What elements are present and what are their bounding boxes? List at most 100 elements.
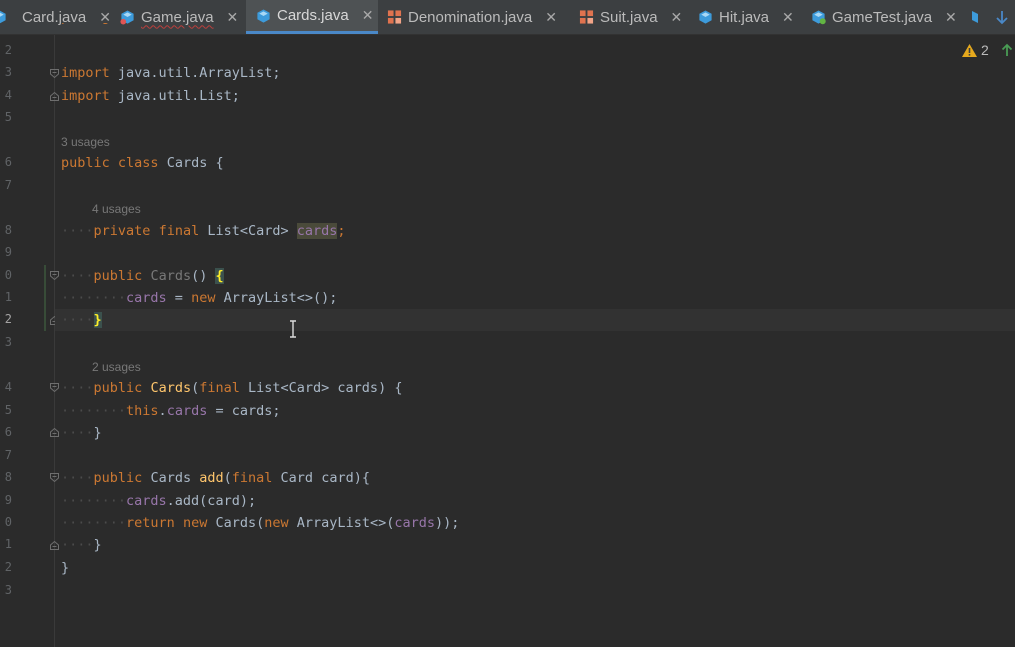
line-number[interactable]: 3 xyxy=(0,65,12,79)
tab-label: GameTest.java xyxy=(832,8,933,26)
tab-label: Hit.java xyxy=(719,8,770,26)
line-number[interactable]: 7 xyxy=(0,178,12,192)
code-line-constructor-close[interactable]: ····} xyxy=(61,309,102,331)
type-name: List<Card> xyxy=(207,223,289,239)
close-icon[interactable]: ✕ xyxy=(945,9,957,26)
fold-icon[interactable] xyxy=(49,540,60,551)
paren: ( xyxy=(223,470,232,486)
close-icon[interactable]: ✕ xyxy=(671,9,683,26)
line-number[interactable]: 5 xyxy=(0,110,12,124)
matched-brace: } xyxy=(93,312,102,328)
code-line-add-call[interactable]: ········cards.add(card); xyxy=(61,490,256,512)
inspection-widget[interactable]: 2 xyxy=(961,42,1014,58)
close-icon[interactable]: ✕ xyxy=(545,9,557,26)
warning-count: 2 xyxy=(981,42,989,58)
code-line-import-arraylist[interactable]: import java.util.ArrayList; xyxy=(61,62,280,84)
code-line-class-declaration[interactable]: public class Cards { xyxy=(61,152,224,174)
line-number[interactable]: 5 xyxy=(0,403,12,417)
paren: ( xyxy=(191,380,200,396)
type-name: Cards( xyxy=(215,515,265,531)
arrow-up-icon[interactable] xyxy=(1000,43,1014,57)
line-number[interactable]: 2 xyxy=(0,560,12,574)
current-line-highlight xyxy=(55,309,1015,331)
java-class-icon xyxy=(699,10,712,24)
usages-hint-class[interactable]: 3 usages xyxy=(61,134,110,150)
code-line-add-method[interactable]: ····public Cards add(final Card card){ xyxy=(61,467,370,489)
type-name: ArrayList<>( xyxy=(296,515,395,531)
field-name: cards xyxy=(126,290,167,306)
tab-cards-java[interactable]: Cards.java ✕ xyxy=(246,0,378,34)
java-enum-icon xyxy=(579,10,594,24)
code-line-add-close[interactable]: ····} xyxy=(61,534,102,556)
code-line-field-declaration[interactable]: ····private final List<Card> cards; xyxy=(61,220,346,242)
close-icon[interactable]: ✕ xyxy=(782,9,794,26)
fold-icon[interactable] xyxy=(49,382,60,393)
java-test-class-icon xyxy=(812,10,826,25)
paren: ){ xyxy=(353,470,370,486)
keyword: import xyxy=(61,88,110,104)
close-icon[interactable]: ✕ xyxy=(362,7,374,24)
arrow-down-icon[interactable] xyxy=(994,9,1010,25)
code-line-class-close[interactable]: } xyxy=(61,557,69,579)
type-name: Card xyxy=(280,470,314,486)
tab-game-java[interactable]: Game.java ✕ xyxy=(120,0,246,34)
fold-icon[interactable] xyxy=(49,91,60,102)
code-line-package-partial[interactable]: package xyxy=(61,23,118,35)
tab-label: Suit.java xyxy=(600,8,658,26)
tab-hit-java[interactable]: Hit.java ✕ xyxy=(698,0,798,34)
constructor-name: Cards xyxy=(150,268,192,284)
code-line-constructor-list-close[interactable]: ····} xyxy=(61,422,102,444)
line-number[interactable]: 1 xyxy=(0,537,12,551)
fold-icon[interactable] xyxy=(49,472,60,483)
brace: } xyxy=(93,537,102,553)
import-path: java.util.List; xyxy=(117,88,240,104)
fold-icon[interactable] xyxy=(49,427,60,438)
field-name: cards xyxy=(126,493,167,509)
keyword: new xyxy=(182,515,208,531)
close-icon[interactable]: ✕ xyxy=(227,9,239,26)
line-number[interactable]: 0 xyxy=(0,268,12,282)
code-line-this-assignment[interactable]: ········this.cards = cards; xyxy=(61,400,280,422)
code-line-constructor-list[interactable]: ····public Cards(final List<Card> cards)… xyxy=(61,377,402,399)
tab-gametest-java[interactable]: GameTest.java ✕ xyxy=(811,0,966,34)
usages-hint-constructor[interactable]: 2 usages xyxy=(92,359,141,375)
line-number[interactable]: 9 xyxy=(0,245,12,259)
line-number[interactable]: 2 xyxy=(0,312,12,326)
line-number[interactable]: 4 xyxy=(0,380,12,394)
line-number[interactable]: 7 xyxy=(0,448,12,462)
keyword: public xyxy=(93,268,143,284)
fold-icon[interactable] xyxy=(49,270,60,281)
keyword: new xyxy=(264,515,289,531)
line-number[interactable]: 1 xyxy=(0,290,12,304)
keyword: final xyxy=(231,470,273,486)
operator: = xyxy=(166,290,192,306)
fold-icon[interactable] xyxy=(49,68,60,79)
line-number[interactable]: 3 xyxy=(0,335,12,349)
tab-denomination-java[interactable]: Denomination.java ✕ xyxy=(387,0,567,34)
keyword: this xyxy=(126,403,159,419)
line-number[interactable]: 4 xyxy=(0,88,12,102)
expression: = cards; xyxy=(207,403,281,419)
line-number[interactable]: 8 xyxy=(0,223,12,237)
field-name: cards xyxy=(296,223,338,239)
line-number[interactable]: 3 xyxy=(0,583,12,597)
line-number[interactable]: 2 xyxy=(0,43,12,57)
expression: )); xyxy=(434,515,460,531)
line-number[interactable]: 6 xyxy=(0,425,12,439)
code-line-import-list[interactable]: import java.util.List; xyxy=(61,85,240,107)
tab-label: Game.java xyxy=(141,8,214,26)
parameter-name: cards xyxy=(337,380,379,396)
line-number[interactable]: 8 xyxy=(0,470,12,484)
code-line-return[interactable]: ········return new Cards(new ArrayList<>… xyxy=(61,512,459,534)
code-line-constructor-body[interactable]: ········cards = new ArrayList<>(); xyxy=(61,287,337,309)
usages-hint-field[interactable]: 4 usages xyxy=(92,201,141,217)
code-line-constructor-default[interactable]: ····public Cards() { xyxy=(61,265,224,287)
tab-suit-java[interactable]: Suit.java ✕ xyxy=(579,0,689,34)
vcs-change-marker xyxy=(44,265,46,331)
line-number[interactable]: 6 xyxy=(0,155,12,169)
line-number[interactable]: 9 xyxy=(0,493,12,507)
keyword: class xyxy=(117,155,159,171)
expression: .add(card); xyxy=(166,493,257,509)
paren: ) { xyxy=(378,380,403,396)
line-number[interactable]: 0 xyxy=(0,515,12,529)
